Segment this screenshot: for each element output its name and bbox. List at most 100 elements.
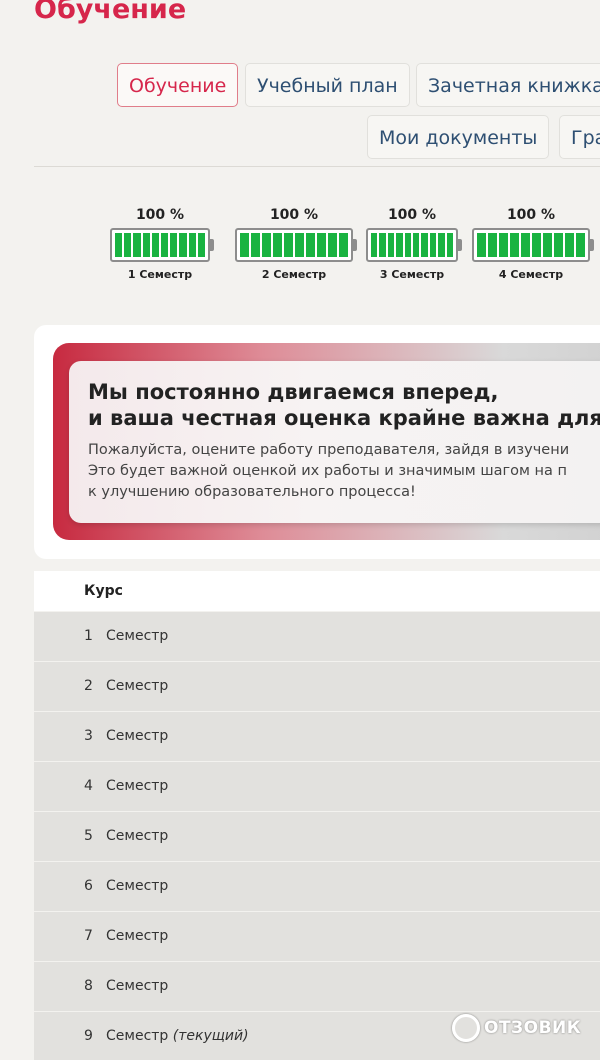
battery-segment [262, 233, 271, 257]
row-number: 7 [84, 928, 93, 944]
row-number: 6 [84, 878, 93, 894]
battery-icon [235, 228, 357, 262]
tab-zachetnaya-knizhka[interactable]: Зачетная книжка [416, 63, 600, 107]
row-label-text: Семестр [106, 778, 169, 794]
progress-label: 4 Семестр [498, 268, 564, 281]
tabs-divider [34, 166, 600, 167]
row-number: 5 [84, 828, 93, 844]
page: Обучение Обучение Учебный план Зачетная … [0, 0, 600, 1060]
semester-progress-1: 100 % 1 Семестр [100, 206, 220, 281]
semester-progress-4: 100 % 4 Семестр [471, 206, 594, 281]
battery-icon [110, 228, 214, 262]
row-label: Семестр [106, 712, 168, 761]
progress-percent: 100 % [506, 207, 556, 223]
battery-segment [273, 233, 282, 257]
battery-segment [317, 233, 326, 257]
battery-icon [472, 228, 594, 262]
progress-label: 1 Семестр [127, 268, 193, 281]
otzovik-watermark: ОТЗОВИК [452, 1014, 581, 1042]
progress-percent: 100 % [269, 207, 319, 223]
battery-segment [179, 233, 187, 257]
battery-segment [488, 233, 497, 257]
battery-segment [339, 233, 348, 257]
battery-segment [543, 233, 552, 257]
semester-progress-3: 100 % 3 Семестр [352, 206, 472, 281]
battery-segment [284, 233, 293, 257]
row-number: 9 [84, 1028, 93, 1044]
battery-segment [161, 233, 169, 257]
tab-uchebny-plan[interactable]: Учебный план [245, 63, 410, 107]
table-row[interactable]: 6 Семестр [34, 862, 600, 912]
progress-label: 3 Семестр [379, 268, 445, 281]
battery-segment [499, 233, 508, 257]
battery-segment [133, 233, 141, 257]
row-label: Семестр [106, 662, 168, 711]
row-label: Семестр [106, 962, 168, 1011]
banner-body-line: Это будет важной оценкой их работы и зна… [88, 463, 567, 479]
row-label-text: Семестр [106, 1028, 169, 1044]
battery-segment [521, 233, 530, 257]
battery-segment [371, 233, 378, 257]
row-label: Семестр [106, 812, 168, 861]
battery-segment [306, 233, 315, 257]
row-number: 4 [84, 778, 93, 794]
battery-segment [429, 233, 437, 257]
battery-segment [404, 233, 412, 257]
watermark-text: ОТЗОВИК [484, 1018, 582, 1038]
row-label: Семестр [106, 762, 168, 811]
column-header-kurs: Курс [84, 583, 123, 599]
battery-segment [151, 233, 160, 257]
otzovik-logo-icon [452, 1014, 480, 1042]
battery-segment [387, 233, 395, 257]
battery-segment [328, 233, 337, 257]
semester-progress-2: 100 % 2 Семестр [234, 206, 357, 281]
battery-segment [413, 233, 420, 257]
battery-segment [565, 233, 574, 257]
battery-icon [366, 228, 462, 262]
battery-segment [421, 233, 428, 257]
table-row[interactable]: 2 Семестр [34, 662, 600, 712]
battery-segment [554, 233, 563, 257]
battery-segment [379, 233, 386, 257]
progress-percent: 100 % [387, 207, 437, 223]
row-label-text: Семестр [106, 878, 169, 894]
page-title: Обучение [34, 0, 187, 25]
table-row[interactable]: 4 Семестр [34, 762, 600, 812]
battery-segment [240, 233, 249, 257]
current-semester-note: (текущий) [172, 1028, 249, 1044]
tab-grafik[interactable]: Гра [559, 115, 600, 159]
row-label-text: Семестр [106, 828, 169, 844]
row-number: 1 [84, 628, 93, 644]
battery-segment [438, 233, 445, 257]
row-label: Семестр [106, 612, 168, 661]
row-number: 2 [84, 678, 93, 694]
banner-body: Пожалуйста, оцените работу преподавателя… [88, 440, 569, 503]
table-row[interactable]: 5 Семестр [34, 812, 600, 862]
table-row[interactable]: 3 Семестр [34, 712, 600, 762]
table-row[interactable]: 8 Семестр [34, 962, 600, 1012]
table-row[interactable]: 1 Семестр [34, 612, 600, 662]
tab-obuchenie[interactable]: Обучение [117, 63, 239, 107]
battery-segment [251, 233, 260, 257]
progress-percent: 100 % [135, 207, 185, 223]
battery-segment [510, 233, 519, 257]
battery-segment [124, 233, 132, 257]
row-label: Семестр (текущий) [106, 1012, 249, 1060]
battery-segment [532, 233, 541, 257]
battery-segment [295, 233, 304, 257]
tab-moi-dokumenty[interactable]: Мои документы [367, 115, 550, 159]
banner-heading: Мы постоянно двигаемся вперед, и ваша че… [88, 379, 600, 431]
banner-heading-line: и ваша честная оценка крайне важна для н… [88, 406, 600, 430]
battery-segment [576, 233, 585, 257]
battery-segment [170, 233, 178, 257]
battery-segment [142, 233, 150, 257]
row-label-text: Семестр [106, 928, 169, 944]
battery-segment [396, 233, 403, 257]
row-label-text: Семестр [106, 628, 169, 644]
row-label: Семестр [106, 862, 168, 911]
table-row[interactable]: 7 Семестр [34, 912, 600, 962]
battery-segment [446, 233, 454, 257]
table-header: Курс [34, 571, 600, 611]
battery-segment [188, 233, 196, 257]
row-number: 3 [84, 728, 93, 744]
